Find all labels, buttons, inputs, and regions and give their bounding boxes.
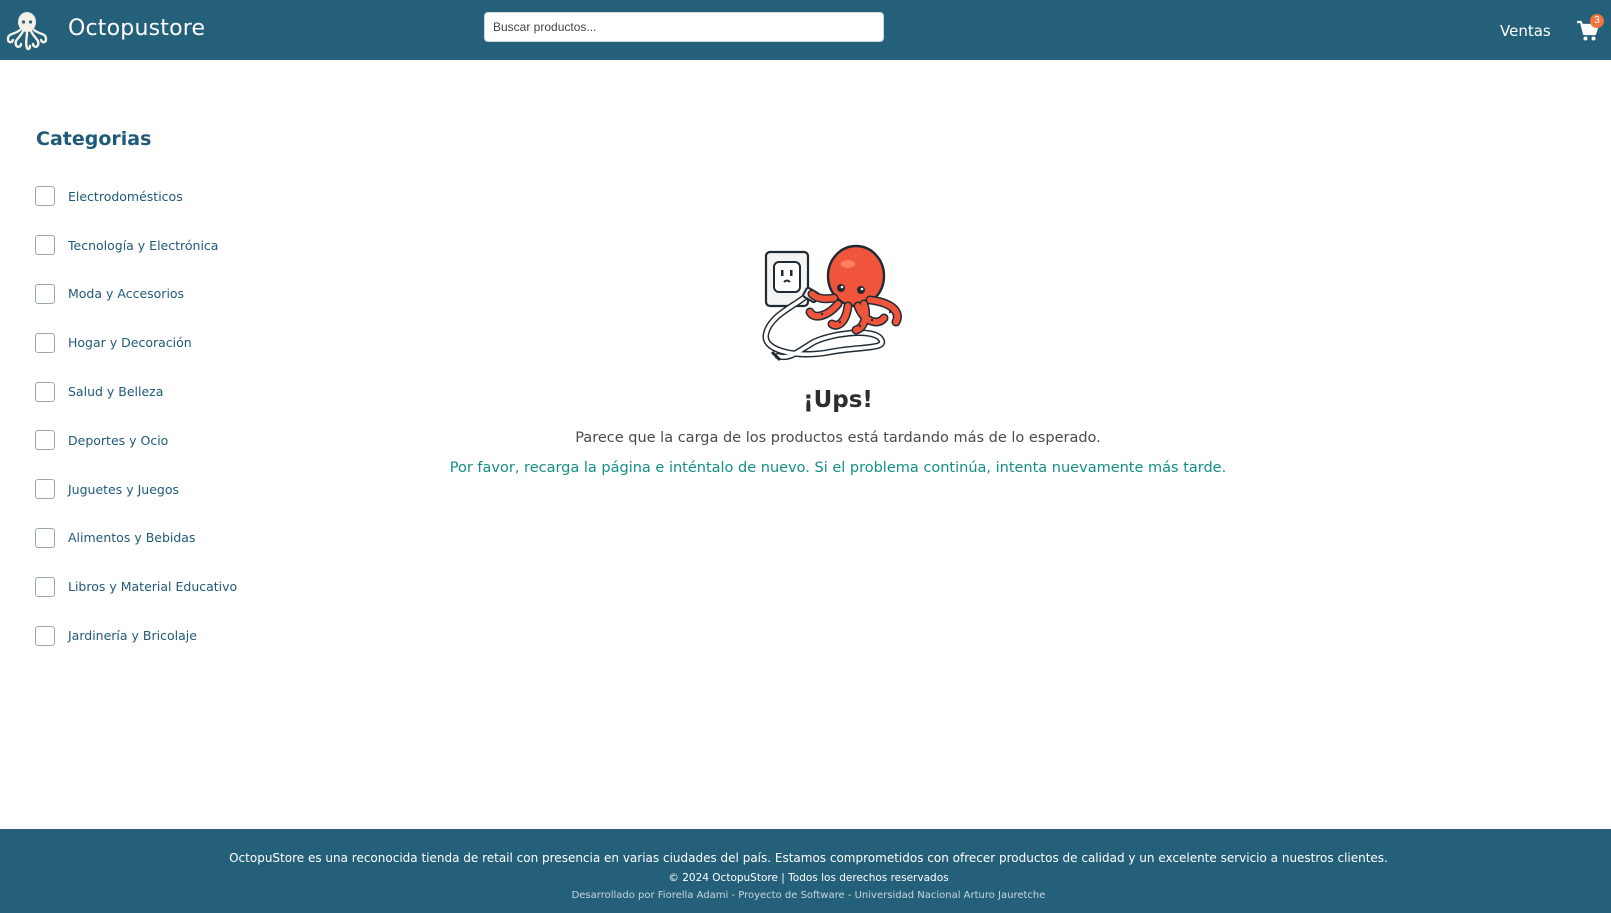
category-label: Electrodomésticos (68, 188, 183, 204)
category-filter-list: Electrodomésticos Tecnología y Electróni… (35, 172, 295, 660)
category-checkbox[interactable] (35, 625, 55, 646)
footer: OctopuStore es una reconocida tienda de … (0, 829, 1611, 913)
category-checkbox[interactable] (35, 576, 55, 597)
category-item-hogar[interactable]: Hogar y Decoración (35, 318, 295, 367)
category-checkbox[interactable] (35, 235, 55, 256)
category-label: Juguetes y Juegos (68, 481, 179, 497)
category-checkbox[interactable] (35, 479, 55, 500)
cart-count-badge: 3 (1590, 14, 1604, 28)
nav-link-sales[interactable]: Ventas (1500, 22, 1551, 40)
error-message: Parece que la carga de los productos est… (575, 430, 1101, 446)
footer-developer-credit: Desarrollado por Fiorella Adami - Proyec… (571, 890, 1046, 901)
footer-description: OctopuStore es una reconocida tienda de … (229, 851, 1388, 865)
category-item-electrodomesticos[interactable]: Electrodomésticos (35, 172, 295, 221)
category-checkbox[interactable] (35, 186, 55, 207)
search-input[interactable] (484, 12, 884, 42)
category-item-alimentos[interactable]: Alimentos y Bebidas (35, 514, 295, 563)
category-checkbox[interactable] (35, 527, 55, 548)
category-label: Jardinería y Bricolaje (68, 628, 197, 644)
category-item-libros[interactable]: Libros y Material Educativo (35, 562, 295, 611)
category-item-jardineria[interactable]: Jardinería y Bricolaje (35, 611, 295, 660)
error-title: ¡Ups! (803, 387, 873, 413)
category-checkbox[interactable] (35, 283, 55, 304)
octopus-logo-icon[interactable] (4, 9, 50, 51)
error-hint: Por favor, recarga la página e inténtalo… (449, 460, 1227, 476)
footer-copyright: © 2024 OctopuStore | Todos los derechos … (668, 872, 949, 884)
category-checkbox[interactable] (35, 332, 55, 353)
category-label: Libros y Material Educativo (68, 579, 238, 595)
category-item-tecnologia[interactable]: Tecnología y Electrónica (35, 221, 295, 270)
top-navbar: Octopustore Ventas 3 (0, 0, 1611, 60)
categories-title: Categorias (36, 128, 152, 150)
octopus-unplugging-outlet-illustration (762, 244, 902, 362)
category-label: Moda y Accesorios (68, 286, 185, 302)
category-label: Tecnología y Electrónica (68, 237, 219, 253)
category-label: Hogar y Decoración (68, 335, 192, 351)
category-item-moda[interactable]: Moda y Accesorios (35, 270, 295, 319)
category-label: Alimentos y Bebidas (68, 530, 196, 546)
brand-name[interactable]: Octopustore (68, 16, 205, 41)
